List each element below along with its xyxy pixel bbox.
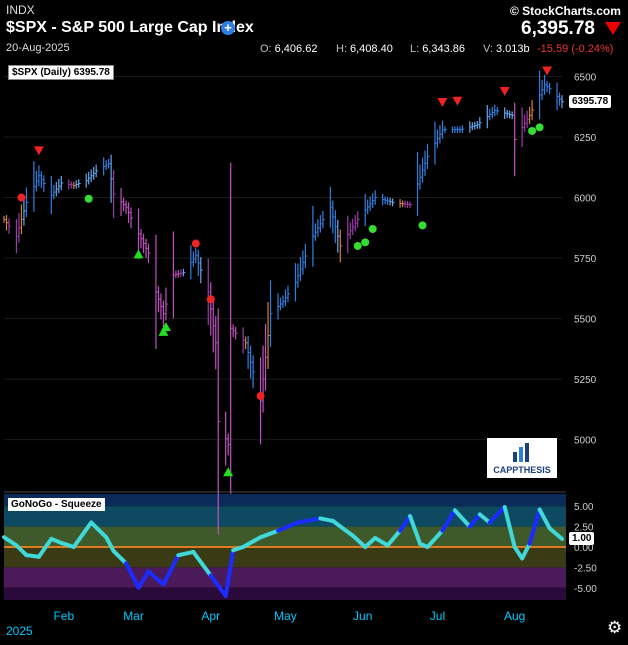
squeeze-tick-label: 5.00 <box>574 502 594 513</box>
go-continuation-dot <box>368 225 377 234</box>
squeeze-tick-label: -5.00 <box>574 584 597 595</box>
month-axis: Feb Mar Apr May Jun Jul Aug <box>53 609 525 623</box>
down-signal-triangle <box>452 96 463 106</box>
month-tick-label: Feb <box>53 609 74 623</box>
go-continuation-dot <box>528 126 537 135</box>
go-continuation-dot <box>361 238 370 247</box>
month-tick-label: May <box>274 609 297 623</box>
squeeze-band-3 <box>4 547 566 568</box>
squeeze-axis: 5.002.500.00-2.50-5.00 <box>574 502 597 595</box>
nogo-continuation-dot <box>256 392 265 401</box>
up-signal-triangle <box>133 249 144 259</box>
month-tick-label: Aug <box>504 609 525 623</box>
price-tick-label: 6000 <box>574 194 597 205</box>
down-signal-triangle <box>499 87 510 97</box>
price-tick-label: 5250 <box>574 375 597 386</box>
squeeze-tick-label: -2.50 <box>574 563 597 574</box>
price-tick-label: 5750 <box>574 254 597 265</box>
month-tick-label: Jun <box>353 609 372 623</box>
go-continuation-dot <box>353 241 362 250</box>
down-signal-triangle <box>33 146 44 156</box>
up-signal-triangle <box>160 322 171 332</box>
nogo-continuation-dot <box>17 193 26 202</box>
month-tick-label: Apr <box>201 609 220 623</box>
up-signal-triangle <box>223 467 234 477</box>
go-continuation-dot <box>84 194 93 203</box>
price-bars <box>3 70 564 535</box>
nogo-continuation-dot <box>206 295 215 304</box>
price-chart[interactable]: 6500625060005750550052505000 5.002.500.0… <box>0 0 628 645</box>
price-tick-label: 5500 <box>574 315 597 326</box>
down-signal-triangle <box>437 97 448 107</box>
month-tick-label: Mar <box>123 609 144 623</box>
last-price-tag: 6395.78 <box>569 95 612 108</box>
price-axis: 6500 6250 6000 5750 5500 5250 5000 <box>574 73 597 447</box>
squeeze-band-5 <box>4 587 566 600</box>
squeeze-legend: GoNoGo - Squeeze <box>8 498 105 511</box>
price-tick-label: 5000 <box>574 436 597 447</box>
logo-text: CAPPTHESIS <box>493 465 551 475</box>
chart-legend: $SPX (Daily) 6395.78 <box>8 65 114 80</box>
nogo-continuation-dot <box>191 239 200 248</box>
gear-icon[interactable]: ⚙ <box>607 618 622 638</box>
squeeze-value-tag: 1.00 <box>569 532 595 545</box>
down-signal-triangle <box>542 66 553 76</box>
year-label: 2025 <box>6 624 33 638</box>
price-gridlines <box>4 76 562 441</box>
price-tick-label: 6500 <box>574 73 597 84</box>
month-tick-label: Jul <box>430 609 445 623</box>
price-tick-label: 6250 <box>574 133 597 144</box>
go-continuation-dot <box>535 123 544 132</box>
go-continuation-dot <box>418 221 427 230</box>
squeeze-band-4 <box>4 567 566 588</box>
